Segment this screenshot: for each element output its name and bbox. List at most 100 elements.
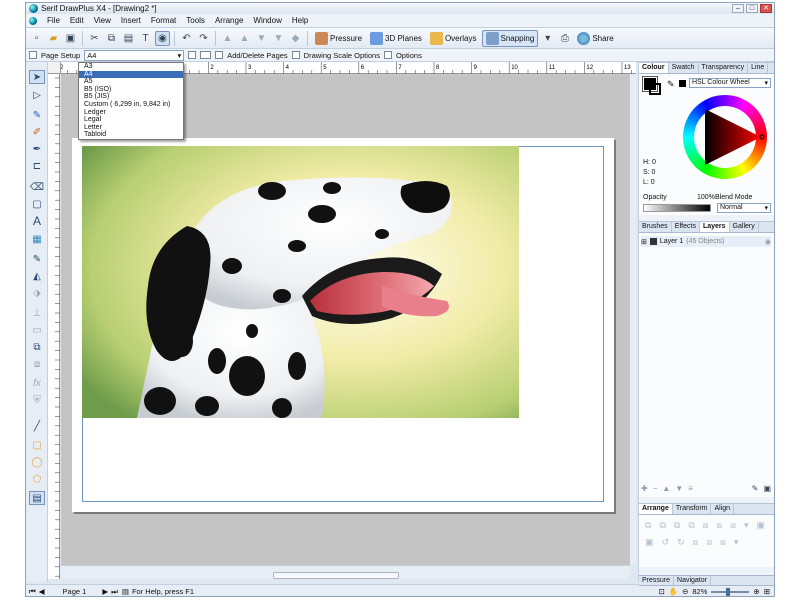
options-button[interactable]: Options [396, 51, 422, 60]
tab-gallery[interactable]: Gallery [730, 222, 759, 232]
move-layer-up-icon[interactable]: ▲ [662, 484, 670, 493]
minimize-button[interactable]: – [732, 4, 744, 13]
cut-icon[interactable]: ✂ [87, 31, 102, 46]
connector-tool-icon[interactable]: ⊏ [29, 159, 45, 173]
tab-layers[interactable]: Layers [699, 222, 730, 232]
pan-tool-icon[interactable]: ✋ [669, 587, 678, 596]
eraser-tool-icon[interactable]: ⌫ [29, 180, 45, 194]
add-delete-pages-button[interactable]: Add/Delete Pages [227, 51, 287, 60]
close-button[interactable]: ✕ [760, 4, 772, 13]
last-page-icon[interactable]: ⏭ [111, 587, 118, 597]
tab-transparency[interactable]: Transparency [699, 63, 749, 73]
envelope-tool-icon[interactable]: ▭ [29, 323, 45, 337]
page-size-option[interactable]: Legal [79, 116, 183, 124]
page-size-option[interactable]: B5 (ISO) [79, 86, 183, 94]
tab-align[interactable]: Align [711, 504, 735, 514]
tab-colour[interactable]: Colour [639, 63, 669, 73]
pen-tool-icon[interactable]: ✒ [29, 142, 45, 156]
menu-file[interactable]: File [42, 16, 65, 25]
arrange-more-icon[interactable]: ▾ [744, 520, 749, 531]
tab-navigator[interactable]: Navigator [674, 576, 711, 585]
page-size-option[interactable]: B5 (JIS) [79, 93, 183, 101]
landscape-icon[interactable] [200, 51, 212, 59]
menu-help[interactable]: Help [287, 16, 313, 25]
shield-icon[interactable]: ⛨ [29, 393, 45, 407]
layer-properties-icon[interactable]: ≡ [688, 484, 693, 493]
move-layer-down-icon[interactable]: ▼ [675, 484, 683, 493]
opacity-slider[interactable] [643, 204, 711, 212]
flip-vertical-icon[interactable]: ▣ [645, 537, 654, 548]
prev-page-icon[interactable]: ◀ [39, 587, 45, 596]
page-size-option[interactable]: A4 [79, 70, 183, 79]
shape-tool-icon[interactable]: ▢ [29, 197, 45, 211]
arrange-backward-icon[interactable]: ▼ [254, 31, 269, 46]
combine-icon[interactable]: ⧈ [730, 520, 736, 531]
rectangle-tool-icon[interactable]: ▢ [29, 438, 45, 452]
edit-layer-icon[interactable]: ✎ [752, 484, 759, 493]
format-painter-icon[interactable]: T [138, 31, 153, 46]
quickshape-tool-icon[interactable]: ⬠ [29, 472, 45, 486]
menu-window[interactable]: Window [248, 16, 286, 25]
drawing-page[interactable] [72, 138, 614, 512]
colour-picker-icon[interactable]: ✎ [29, 252, 45, 266]
page-size-option[interactable]: A3 [79, 63, 183, 71]
vertical-ruler[interactable] [48, 74, 60, 579]
text-tool-icon[interactable]: A [29, 214, 45, 228]
zoom-in-icon[interactable]: ⊕ [753, 587, 759, 596]
save-icon[interactable]: ▣ [63, 31, 78, 46]
page-setup-icon[interactable] [29, 51, 37, 59]
blend-tool-icon[interactable]: ⧈ [29, 357, 45, 371]
paste-icon[interactable]: ▤ [121, 31, 136, 46]
menu-arrange[interactable]: Arrange [210, 16, 248, 25]
portrait-icon[interactable] [188, 51, 197, 59]
layer-row[interactable]: ⊞ Layer 1 (45 Objects) ◉ [641, 236, 771, 247]
page-size-option[interactable]: Custom ( 6,299 in, 9,842 in) [79, 101, 183, 109]
stamp-tool-icon[interactable]: ⊥ [29, 306, 45, 320]
horizontal-scrollbar[interactable] [61, 565, 630, 579]
page-setup-label[interactable]: Page Setup [41, 51, 80, 60]
zoom-slider[interactable] [711, 587, 750, 596]
options-icon[interactable] [383, 51, 392, 59]
group-icon[interactable]: ⧈ [703, 520, 709, 531]
page-size-option[interactable]: Letter [79, 124, 183, 132]
copy-icon[interactable]: ⧉ [104, 31, 119, 46]
rotate-right-icon[interactable]: ↻ [677, 537, 685, 548]
tab-arrange[interactable]: Arrange [639, 504, 673, 514]
3d-planes-button[interactable]: 3D Planes [367, 30, 425, 47]
page-size-option[interactable]: Ledger [79, 109, 183, 117]
zoom-out-icon[interactable]: ⊖ [682, 587, 688, 596]
menu-tools[interactable]: Tools [181, 16, 210, 25]
saturation-triangle[interactable] [683, 95, 767, 179]
delete-layer-icon[interactable]: − [653, 484, 658, 493]
tab-line[interactable]: Line [748, 63, 769, 73]
first-page-icon[interactable]: ⏮ [29, 587, 36, 597]
brush-tool-icon[interactable]: ✐ [29, 125, 45, 139]
drawing-workspace[interactable] [61, 74, 630, 565]
undo-icon[interactable]: ↶ [179, 31, 194, 46]
maximize-button[interactable]: □ [746, 4, 758, 13]
overlays-button[interactable]: Overlays [427, 30, 480, 47]
tab-effects[interactable]: Effects [672, 222, 700, 232]
snapping-options-chevron-icon[interactable]: ▾ [540, 31, 555, 46]
horizontal-scroll-thumb[interactable] [273, 572, 399, 579]
current-colour-swatch[interactable] [679, 80, 686, 87]
page-size-select[interactable]: A4 ▾ [84, 49, 185, 61]
fit-page-icon[interactable]: ⊞ [764, 587, 770, 596]
page-size-option[interactable]: Tabloid [79, 131, 183, 139]
unlock-icon[interactable]: ⧈ [706, 537, 712, 548]
insert-gallery-icon[interactable]: ◉ [155, 30, 170, 46]
layer-visibility-icon[interactable]: ◉ [765, 238, 771, 246]
ungroup-icon[interactable]: ⧈ [716, 520, 722, 531]
bring-to-front-icon[interactable]: ⧉ [645, 520, 651, 531]
table-tool-icon[interactable]: ▦ [29, 232, 45, 246]
open-folder-icon[interactable]: ▰ [46, 31, 61, 46]
forward-one-icon[interactable]: ⧉ [659, 520, 665, 531]
transparency-tool-icon[interactable]: ⬗ [29, 286, 45, 300]
blend-mode-select[interactable]: Normal ▾ [717, 203, 771, 213]
redo-icon[interactable]: ↷ [196, 31, 211, 46]
next-page-icon[interactable]: ▶ [102, 587, 108, 596]
expand-icon[interactable]: ⊞ [641, 238, 647, 246]
order-icon[interactable]: ⧈ [720, 537, 726, 548]
zoom-tool-icon[interactable]: ⊡ [658, 587, 664, 596]
send-to-back-icon[interactable]: ⧉ [688, 520, 694, 531]
